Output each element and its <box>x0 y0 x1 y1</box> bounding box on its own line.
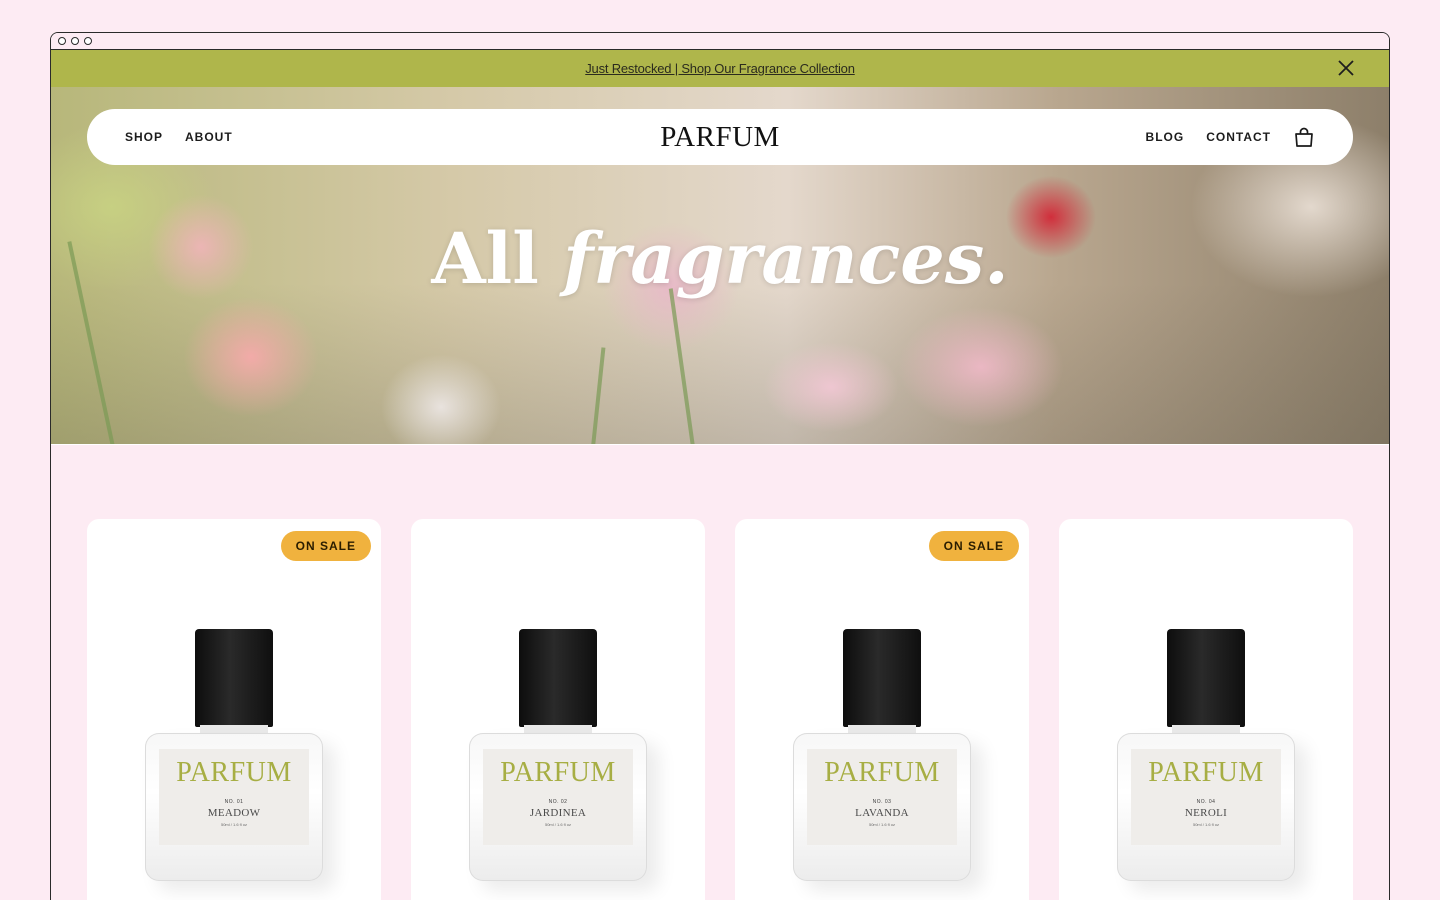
announcement-link[interactable]: Just Restocked | Shop Our Fragrance Coll… <box>585 61 855 76</box>
product-card[interactable]: ON SALE PARFUM NO. 01 MEADOW 50ml / 1.6 … <box>87 519 381 900</box>
hero-decoration <box>591 347 606 444</box>
label-volume: 50ml / 1.6 fl oz <box>1192 822 1219 827</box>
window-maximize-dot[interactable] <box>84 37 92 45</box>
bottle-label: PARFUM NO. 04 NEROLI 50ml / 1.6 fl oz <box>1131 749 1281 845</box>
bottle-glass: PARFUM NO. 01 MEADOW 50ml / 1.6 fl oz <box>145 733 323 881</box>
label-brand: PARFUM <box>1148 757 1264 788</box>
label-number: NO. 01 <box>224 799 244 805</box>
hero-banner: SHOP ABOUT PARFUM BLOG CONTACT All fragr… <box>51 87 1389 444</box>
product-name: NEROLI <box>1184 807 1228 819</box>
sale-badge: ON SALE <box>928 531 1019 561</box>
page-title-italic: fragrances. <box>563 217 1009 300</box>
product-name: LAVANDA <box>855 807 909 819</box>
label-number: NO. 04 <box>1196 799 1216 805</box>
label-volume: 50ml / 1.6 fl oz <box>868 822 895 827</box>
bottle-label: PARFUM NO. 03 LAVANDA 50ml / 1.6 fl oz <box>807 749 957 845</box>
close-icon[interactable] <box>1337 59 1355 77</box>
label-volume: 50ml / 1.6 fl oz <box>544 822 571 827</box>
window-minimize-dot[interactable] <box>71 37 79 45</box>
product-image[interactable]: PARFUM NO. 01 MEADOW 50ml / 1.6 fl oz <box>145 629 323 881</box>
page-title: All fragrances. <box>51 217 1389 300</box>
bottle-label: PARFUM NO. 01 MEADOW 50ml / 1.6 fl oz <box>159 749 309 845</box>
bottle-glass: PARFUM NO. 04 NEROLI 50ml / 1.6 fl oz <box>1117 733 1295 881</box>
label-volume: 50ml / 1.6 fl oz <box>220 822 247 827</box>
bottle-cap <box>1167 629 1245 727</box>
label-brand: PARFUM <box>500 757 616 788</box>
product-image[interactable]: PARFUM NO. 03 LAVANDA 50ml / 1.6 fl oz <box>793 629 971 881</box>
window-titlebar <box>51 33 1389 50</box>
label-number: NO. 03 <box>872 799 892 805</box>
sale-badge: ON SALE <box>280 531 371 561</box>
window-close-dot[interactable] <box>58 37 66 45</box>
product-grid: ON SALE PARFUM NO. 01 MEADOW 50ml / 1.6 … <box>87 519 1353 900</box>
browser-window: Just Restocked | Shop Our Fragrance Coll… <box>50 32 1390 900</box>
nav-about[interactable]: ABOUT <box>185 130 233 144</box>
product-card[interactable]: PARFUM NO. 04 NEROLI 50ml / 1.6 fl oz <box>1059 519 1353 900</box>
hero-decoration <box>668 288 695 444</box>
nav-blog[interactable]: BLOG <box>1146 130 1185 144</box>
label-brand: PARFUM <box>824 757 940 788</box>
bottle-glass: PARFUM NO. 02 JARDINEA 50ml / 1.6 fl oz <box>469 733 647 881</box>
label-brand: PARFUM <box>176 757 292 788</box>
product-image[interactable]: PARFUM NO. 02 JARDINEA 50ml / 1.6 fl oz <box>469 629 647 881</box>
nav-shop[interactable]: SHOP <box>125 130 163 144</box>
page-title-plain: All <box>431 217 539 300</box>
nav-contact[interactable]: CONTACT <box>1206 130 1271 144</box>
label-number: NO. 02 <box>548 799 568 805</box>
product-card[interactable]: PARFUM NO. 02 JARDINEA 50ml / 1.6 fl oz <box>411 519 705 900</box>
bottle-cap <box>195 629 273 727</box>
shopping-bag-icon[interactable] <box>1293 126 1315 148</box>
product-card[interactable]: ON SALE PARFUM NO. 03 LAVANDA 50ml / 1.6… <box>735 519 1029 900</box>
product-name: JARDINEA <box>529 807 587 819</box>
main-nav: SHOP ABOUT PARFUM BLOG CONTACT <box>87 109 1353 165</box>
bottle-glass: PARFUM NO. 03 LAVANDA 50ml / 1.6 fl oz <box>793 733 971 881</box>
bottle-cap <box>843 629 921 727</box>
product-name: MEADOW <box>207 807 261 819</box>
bottle-cap <box>519 629 597 727</box>
product-image[interactable]: PARFUM NO. 04 NEROLI 50ml / 1.6 fl oz <box>1117 629 1295 881</box>
announcement-bar: Just Restocked | Shop Our Fragrance Coll… <box>51 50 1389 87</box>
bottle-label: PARFUM NO. 02 JARDINEA 50ml / 1.6 fl oz <box>483 749 633 845</box>
